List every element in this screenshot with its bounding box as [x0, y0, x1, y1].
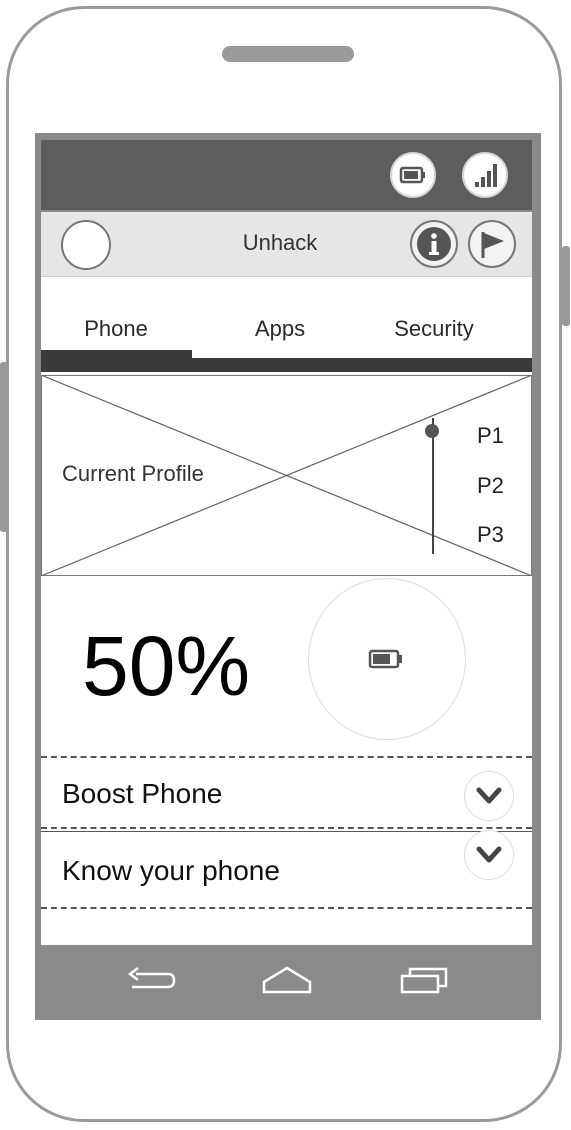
signal-icon: [462, 152, 508, 198]
profile-option-p1[interactable]: P1: [477, 423, 504, 449]
flag-icon[interactable]: [468, 220, 516, 268]
tab-apps[interactable]: Apps: [200, 316, 360, 342]
tab-bar-underline: [41, 358, 532, 372]
status-bar: [41, 140, 532, 210]
phone-speaker: [222, 46, 354, 62]
profile-slider-track[interactable]: [432, 418, 434, 554]
profile-option-p2[interactable]: P2: [477, 473, 504, 499]
divider: [41, 756, 532, 758]
boost-phone-label[interactable]: Boost Phone: [62, 778, 222, 810]
info-icon[interactable]: [410, 220, 458, 268]
home-icon[interactable]: [259, 962, 315, 998]
recent-apps-icon[interactable]: [398, 962, 454, 998]
tab-phone[interactable]: Phone: [36, 316, 196, 342]
battery-percent: 50%: [82, 619, 251, 713]
battery-icon: [390, 152, 436, 198]
know-your-phone-expand-button[interactable]: [464, 830, 514, 880]
active-tab-indicator: [41, 350, 192, 358]
battery-gauge: [308, 578, 466, 740]
profile-slider-handle[interactable]: [425, 424, 439, 438]
avatar[interactable]: [61, 220, 111, 270]
battery-fill: [373, 654, 390, 664]
app-title: Unhack: [242, 230, 318, 255]
volume-button: [0, 362, 8, 532]
tab-security[interactable]: Security: [354, 316, 514, 342]
know-your-phone-label[interactable]: Know your phone: [62, 855, 280, 887]
current-profile-label: Current Profile: [62, 461, 204, 486]
boost-phone-expand-button[interactable]: [464, 771, 514, 821]
divider: [41, 831, 532, 832]
chevron-down-icon: [476, 787, 502, 804]
divider: [41, 827, 532, 829]
back-icon[interactable]: [122, 962, 178, 998]
chevron-down-icon: [476, 846, 502, 863]
divider: [41, 907, 532, 909]
power-button: [562, 246, 570, 326]
profile-option-p3[interactable]: P3: [477, 522, 504, 548]
